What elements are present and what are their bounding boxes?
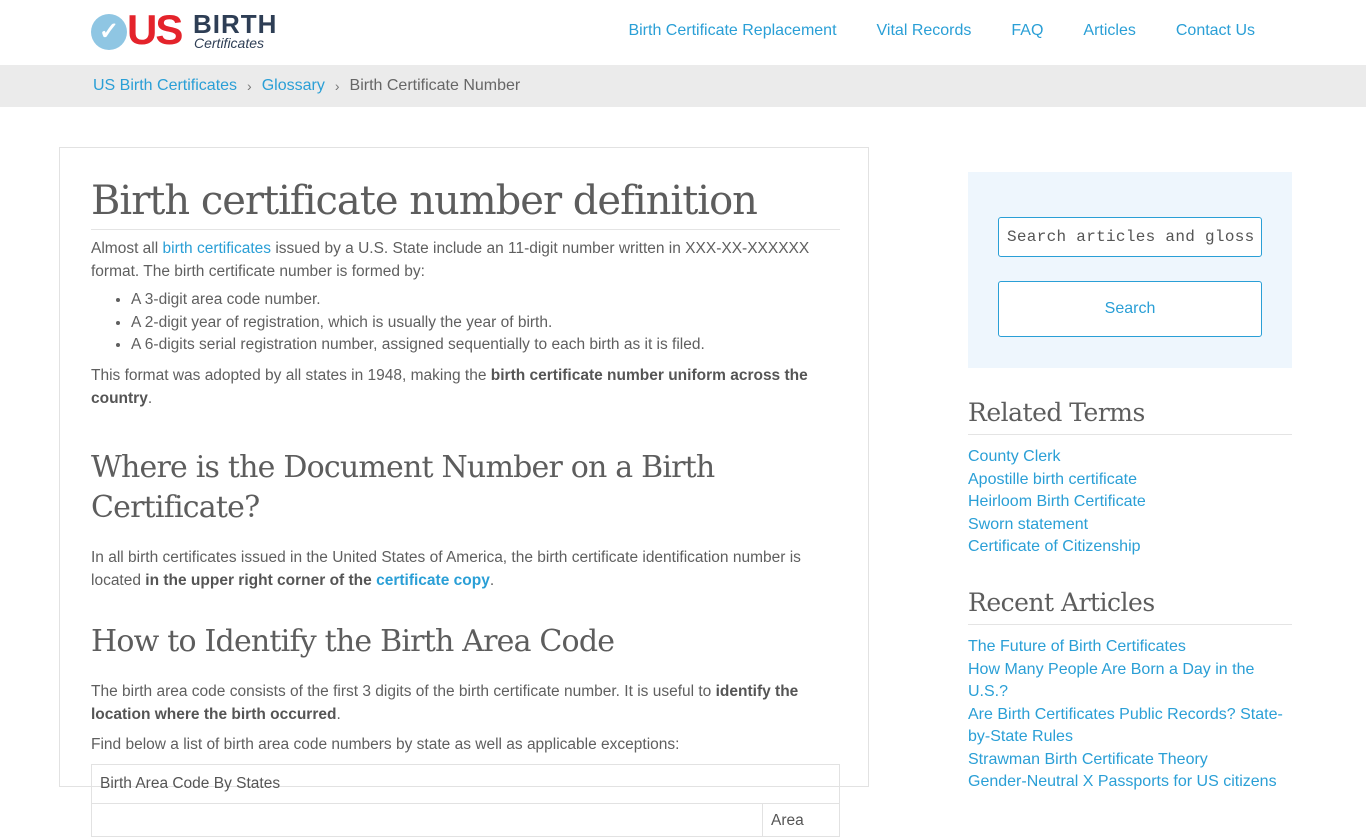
site-header: ✓ US BIRTH Certificates Birth Certificat… [0,0,1366,65]
list-item: A 2-digit year of registration, which is… [131,312,840,335]
heading-birth-area-code: How to Identify the Birth Area Code [91,623,615,659]
breadcrumb-home[interactable]: US Birth Certificates [93,77,237,95]
location-text-after: . [489,571,495,589]
site-logo[interactable]: ✓ US BIRTH Certificates [91,6,276,54]
intro-text-before: Almost all [91,240,163,257]
table-header-area: Area [762,802,840,837]
related-term-link[interactable]: Sworn statement [968,514,1292,537]
page-title: Birth certificate number definition [91,176,840,230]
birth-certificates-link[interactable]: birth certificates [163,240,272,257]
nav-articles[interactable]: Articles [1083,22,1135,40]
breadcrumb-glossary[interactable]: Glossary [262,77,325,95]
logo-certificates-text: Certificates [194,35,265,51]
location-bold-text: in the upper right corner of the [145,571,377,589]
recent-article-link[interactable]: Gender-Neutral X Passports for US citize… [968,771,1292,794]
table-header-cell [91,802,763,837]
sidebar-search-box: Search [968,172,1292,368]
area-code-table: Birth Area Code By States Area [91,763,840,837]
related-term-link[interactable]: Apostille birth certificate [968,469,1292,492]
location-paragraph: In all birth certificates issued in the … [91,546,840,592]
nav-contact-us[interactable]: Contact Us [1176,22,1255,40]
logo-us-text: US [127,6,183,53]
nav-vital-records[interactable]: Vital Records [877,22,972,40]
adopted-text-after: . [147,389,153,407]
list-item: A 6-digits serial registration number, a… [131,334,840,357]
nav-faq[interactable]: FAQ [1011,22,1043,40]
breadcrumb: US Birth Certificates › Glossary › Birth… [0,65,1366,107]
recent-articles-list: The Future of Birth Certificates How Man… [968,636,1292,794]
recent-article-link[interactable]: Are Birth Certificates Public Records? S… [968,704,1292,749]
adopted-paragraph: This format was adopted by all states in… [91,364,840,410]
find-below-paragraph: Find below a list of birth area code num… [91,735,680,753]
search-button[interactable]: Search [998,281,1262,337]
adopted-text-before: This format was adopted by all states in… [91,366,491,384]
recent-articles-section: Recent Articles The Future of Birth Cert… [968,586,1292,794]
area-text-before: The birth area code consists of the firs… [91,682,716,700]
related-terms-section: Related Terms County Clerk Apostille bir… [968,396,1292,559]
location-bold: in the upper right corner of the certifi… [145,572,490,589]
recent-article-link[interactable]: How Many People Are Born a Day in the U.… [968,659,1292,704]
breadcrumb-separator: › [247,78,252,94]
breadcrumb-separator: › [334,78,340,94]
table-caption: Birth Area Code By States [91,763,840,804]
recent-articles-heading: Recent Articles [968,586,1292,625]
recent-article-link[interactable]: The Future of Birth Certificates [968,636,1292,659]
intro-paragraph: Almost all birth certificates issued by … [91,237,840,283]
breadcrumb-current: Birth Certificate Number [349,77,521,94]
related-term-link[interactable]: Heirloom Birth Certificate [968,491,1292,514]
certificate-copy-link[interactable]: certificate copy [376,572,490,589]
related-terms-heading: Related Terms [968,396,1292,435]
search-input[interactable] [998,217,1262,257]
list-item: A 3-digit area code number. [131,289,840,312]
related-term-link[interactable]: County Clerk [968,446,1292,469]
article-card: Birth certificate number definition Almo… [59,147,869,837]
heading-document-number: Where is the Document Number on a Birth … [91,449,715,525]
number-format-list: A 3-digit area code number. A 2-digit ye… [91,289,840,357]
related-terms-list: County Clerk Apostille birth certificate… [968,446,1292,559]
nav-birth-certificate-replacement[interactable]: Birth Certificate Replacement [628,22,836,40]
related-term-link[interactable]: Certificate of Citizenship [968,536,1292,559]
checkmark-icon: ✓ [91,14,127,50]
area-paragraph: The birth area code consists of the firs… [91,680,840,726]
main-nav: Birth Certificate Replacement Vital Reco… [588,22,1255,40]
area-text-after: . [336,705,341,723]
